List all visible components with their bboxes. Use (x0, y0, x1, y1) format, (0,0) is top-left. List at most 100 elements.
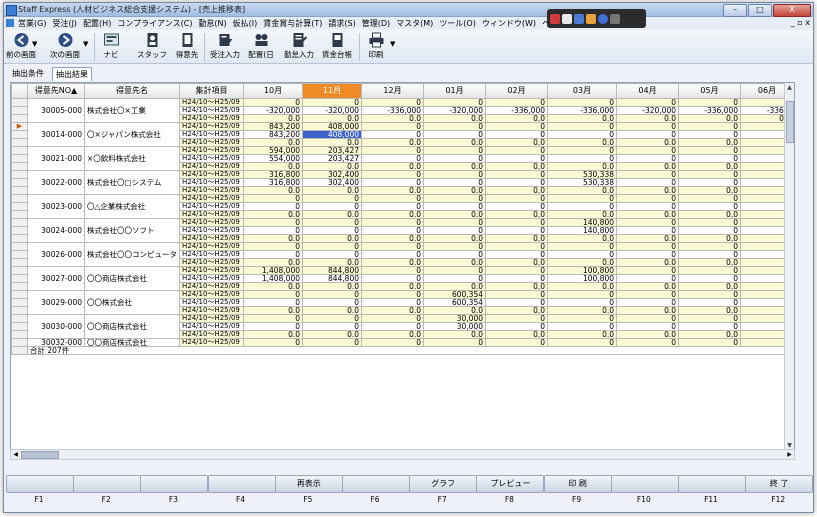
value-cell[interactable]: 100,800 (547, 266, 617, 275)
period-cell[interactable]: H24/10～H25/09 (179, 330, 244, 339)
row-header[interactable] (11, 130, 28, 139)
function-key-f4-button[interactable] (207, 475, 276, 493)
period-cell[interactable]: H24/10～H25/09 (179, 194, 244, 203)
value-cell[interactable]: -320,000 (616, 106, 679, 115)
value-cell[interactable]: 0 (302, 290, 362, 299)
value-cell[interactable]: 0.0 (547, 210, 617, 219)
value-cell[interactable]: 0 (302, 194, 362, 203)
value-cell[interactable]: 0 (243, 202, 303, 211)
value-cell[interactable]: 0 (678, 274, 741, 283)
value-cell[interactable]: 0 (547, 298, 617, 307)
value-cell[interactable]: 0 (678, 146, 741, 155)
value-cell[interactable]: 0 (547, 130, 617, 139)
value-cell[interactable]: 0.0 (547, 138, 617, 147)
row-header[interactable] (11, 338, 28, 347)
value-cell[interactable]: 0 (361, 274, 424, 283)
value-cell[interactable]: 316,800 (243, 178, 303, 187)
table-row[interactable]: ▶ 30014-000 〇×ジャパン株式会社 H24/10～H25/09 843,200… (11, 122, 794, 147)
value-cell[interactable]: 0 (547, 146, 617, 155)
row-header[interactable] (11, 226, 28, 235)
period-cell[interactable]: H24/10～H25/09 (179, 210, 244, 219)
client-name-cell[interactable]: 〇〇商店株式会社 (84, 314, 180, 339)
table-row[interactable]: 30029-000 〇〇株式会社 H24/10～H25/09 0 0 0 600,354 0 0… (11, 290, 794, 315)
value-cell[interactable]: 0 (485, 274, 548, 283)
menu-item[interactable]: 仮払(I) (230, 17, 261, 29)
value-cell[interactable]: -336,000 (678, 106, 741, 115)
value-cell[interactable]: 0.0 (485, 210, 548, 219)
value-cell[interactable]: 0 (243, 298, 303, 307)
value-cell[interactable]: -336,000 (361, 106, 424, 115)
value-cell[interactable]: 0 (485, 154, 548, 163)
value-cell[interactable]: 0.0 (547, 282, 617, 291)
value-cell[interactable]: 0.0 (485, 282, 548, 291)
mdi-doc-icon[interactable] (6, 19, 14, 27)
value-cell[interactable]: 0 (616, 338, 679, 347)
value-cell[interactable]: 0 (243, 338, 303, 347)
period-cell[interactable]: H24/10～H25/09 (179, 114, 244, 123)
client-code-cell[interactable]: 30023-000 (27, 194, 85, 219)
function-key-f12-button[interactable]: 終 了 (745, 475, 813, 493)
period-cell[interactable]: H24/10～H25/09 (179, 226, 244, 235)
value-cell[interactable]: 0.0 (485, 138, 548, 147)
value-cell[interactable]: 0 (423, 338, 486, 347)
value-cell[interactable]: 0 (423, 250, 486, 259)
period-cell[interactable]: H24/10～H25/09 (179, 298, 244, 307)
function-key-f10-button[interactable] (610, 475, 679, 493)
value-cell[interactable]: 0 (485, 170, 548, 179)
value-cell[interactable]: 0 (423, 274, 486, 283)
value-cell[interactable]: 0.0 (485, 114, 548, 123)
value-cell[interactable]: 0.0 (423, 258, 486, 267)
value-cell[interactable]: 0.0 (243, 282, 303, 291)
row-header[interactable] (11, 306, 28, 315)
value-cell[interactable]: 0.0 (678, 186, 741, 195)
value-cell[interactable]: 0.0 (616, 138, 679, 147)
value-cell[interactable]: 0.0 (243, 306, 303, 315)
period-cell[interactable]: H24/10～H25/09 (179, 282, 244, 291)
value-cell[interactable]: 0 (423, 242, 486, 251)
value-cell[interactable]: 0.0 (243, 138, 303, 147)
value-cell[interactable]: 0.0 (302, 138, 362, 147)
menu-item[interactable]: 勤怠(N) (195, 17, 229, 29)
value-cell[interactable]: 0 (678, 130, 741, 139)
value-cell[interactable]: 0.0 (302, 114, 362, 123)
period-cell[interactable]: H24/10～H25/09 (179, 186, 244, 195)
order-input-button[interactable]: 受注入力 (208, 30, 242, 63)
value-cell[interactable]: 0.0 (361, 306, 424, 315)
horizontal-scrollbar[interactable]: ◀ ▶ (10, 449, 795, 460)
menu-item[interactable]: マスタ(M) (393, 17, 436, 29)
value-cell[interactable]: 0.0 (243, 186, 303, 195)
value-cell[interactable]: 0 (547, 290, 617, 299)
value-cell[interactable]: 0.0 (678, 162, 741, 171)
row-header[interactable] (11, 154, 28, 163)
value-cell[interactable]: 0.0 (243, 234, 303, 243)
value-cell[interactable]: 0.0 (302, 330, 362, 339)
period-cell[interactable]: H24/10～H25/09 (179, 130, 244, 139)
value-cell[interactable]: 1,408,000 (243, 274, 303, 283)
row-header[interactable] (11, 266, 28, 275)
value-cell[interactable]: 0.0 (302, 306, 362, 315)
client-name-cell[interactable]: 株式会社〇〇ソフト (84, 218, 180, 243)
row-header[interactable] (11, 298, 28, 307)
title-bar[interactable]: Staff Express (人材ビジネス総合支援システム) - [売上推移表]… (4, 3, 813, 17)
value-cell[interactable]: 0 (678, 122, 741, 131)
value-cell[interactable]: 0 (678, 218, 741, 227)
value-cell[interactable]: 0 (616, 274, 679, 283)
value-cell[interactable]: 0 (485, 178, 548, 187)
value-cell[interactable]: 0.0 (423, 330, 486, 339)
value-cell[interactable]: 0.0 (547, 162, 617, 171)
client-code-cell[interactable]: 30014-000 (27, 122, 85, 147)
menu-item[interactable]: コンプライアンス(C) (114, 17, 195, 29)
period-cell[interactable]: H24/10～H25/09 (179, 306, 244, 315)
value-cell[interactable]: 0.0 (361, 114, 424, 123)
value-cell[interactable]: 0 (547, 314, 617, 323)
value-cell[interactable]: 0 (423, 130, 486, 139)
value-cell[interactable]: 0.0 (616, 210, 679, 219)
value-cell[interactable]: 0.0 (423, 186, 486, 195)
column-header[interactable]: 12月 (361, 83, 424, 99)
column-header[interactable]: 10月 (243, 83, 303, 99)
column-header[interactable]: 05月 (678, 83, 741, 99)
value-cell[interactable]: 0 (678, 242, 741, 251)
client-button[interactable]: 得意先 (173, 30, 201, 63)
table-row[interactable]: 30026-000 株式会社〇〇コンピュータ H24/10～H25/09 0 0 0 0 0 0… (11, 242, 794, 267)
period-cell[interactable]: H24/10～H25/09 (179, 290, 244, 299)
